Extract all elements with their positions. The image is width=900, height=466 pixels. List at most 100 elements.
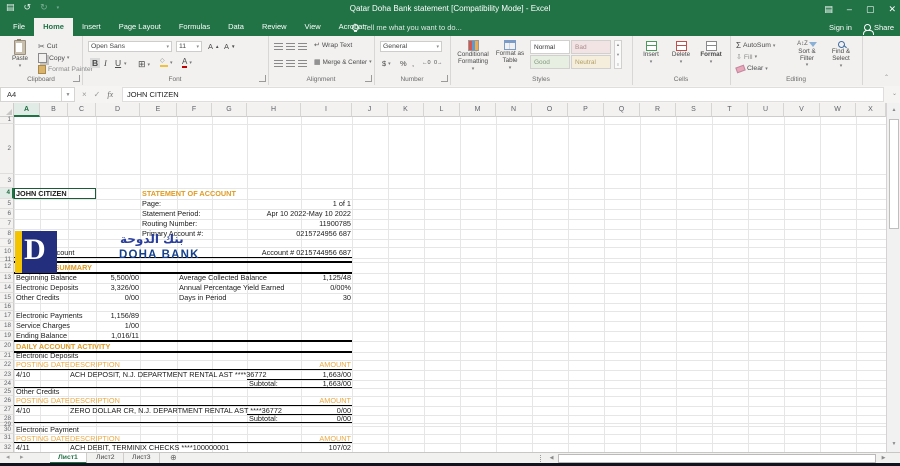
row-header-17[interactable]: 17 — [0, 311, 14, 321]
row-header-7[interactable]: 7 — [0, 219, 14, 229]
find-select-button[interactable]: Find & Select ▾ — [826, 41, 856, 69]
row-header-13[interactable]: 13 — [0, 273, 14, 283]
column-header-I[interactable]: I — [301, 103, 352, 117]
cell-A15[interactable]: Other Credits — [16, 293, 59, 303]
column-header-A[interactable]: A — [14, 103, 40, 117]
accounting-format-icon[interactable]: $ ▾ — [382, 59, 391, 68]
insert-cells-button[interactable]: Insert ▾ — [638, 41, 664, 65]
name-box-dropdown-icon[interactable]: ▼ — [62, 87, 75, 102]
tab-formulas[interactable]: Formulas — [170, 18, 219, 36]
row-header-20[interactable]: 20 — [0, 341, 14, 352]
cell-I15[interactable]: 30 — [343, 293, 351, 303]
font-name-combo[interactable]: Open Sans ▾ — [88, 41, 172, 52]
cell-E5[interactable]: Page: — [142, 199, 161, 209]
autosum-button[interactable]: Σ AutoSum ▾ — [736, 41, 775, 50]
cell-F14[interactable]: Annual Percentage Yield Earned — [179, 283, 284, 293]
row-header-30[interactable]: 30 — [0, 426, 14, 434]
cell-F13[interactable]: Average Collected Balance — [179, 273, 267, 283]
cell-D18[interactable]: 1/00 — [125, 321, 139, 331]
column-header-K[interactable]: K — [388, 103, 424, 117]
cell-E7[interactable]: Routing Number: — [142, 219, 197, 229]
column-header-L[interactable]: L — [424, 103, 460, 117]
align-center-icon[interactable] — [286, 60, 295, 67]
scroll-up-icon[interactable]: ▲ — [888, 104, 900, 117]
row-header-22[interactable]: 22 — [0, 360, 14, 370]
column-header-C[interactable]: C — [68, 103, 96, 117]
align-middle-icon[interactable] — [286, 43, 295, 50]
enter-icon[interactable]: ✓ — [94, 90, 101, 99]
cell-D19[interactable]: 1,016/11 — [111, 331, 139, 341]
insert-function-icon[interactable]: fx — [107, 90, 113, 99]
column-header-E[interactable]: E — [140, 103, 177, 117]
scrollbar-splitter[interactable] — [540, 455, 543, 462]
row-header-8[interactable]: 8 — [0, 229, 14, 239]
font-color-icon[interactable]: A ▾ — [182, 58, 192, 68]
increase-decimal-icon[interactable]: ←0 — [422, 60, 431, 66]
delete-cells-button[interactable]: Delete ▾ — [668, 41, 694, 65]
minimize-button[interactable]: – — [847, 4, 852, 14]
style-bad[interactable]: Bad — [571, 40, 611, 54]
cell-E6[interactable]: Statement Period: — [142, 209, 200, 219]
cell-D13[interactable]: 5,500/00 — [111, 273, 139, 283]
alignment-dialog-launcher-icon[interactable] — [365, 75, 372, 82]
row-header-23[interactable]: 23 — [0, 370, 14, 380]
underline-dropdown-icon[interactable]: ▾ — [124, 61, 127, 67]
number-dialog-launcher-icon[interactable] — [441, 75, 448, 82]
style-good[interactable]: Good — [530, 55, 570, 69]
shrink-font-icon[interactable]: A ▼ — [224, 42, 235, 51]
share-button[interactable]: Share — [862, 23, 894, 35]
column-header-U[interactable]: U — [748, 103, 784, 117]
column-header-R[interactable]: R — [640, 103, 676, 117]
row-header-5[interactable]: 5 — [0, 199, 14, 209]
column-header-D[interactable]: D — [96, 103, 140, 117]
column-header-Q[interactable]: Q — [604, 103, 640, 117]
collapse-ribbon-icon[interactable]: ⌃ — [884, 74, 889, 81]
paste-dropdown-icon[interactable]: ▾ — [19, 63, 22, 70]
gallery-more-icon[interactable]: ≡ — [617, 62, 619, 67]
font-size-combo[interactable]: 11 ▾ — [176, 41, 202, 52]
cell-D17[interactable]: 1,156/89 — [111, 311, 139, 321]
format-as-table-button[interactable]: Format as Table ▾ — [494, 40, 526, 71]
styles-gallery-scrollbar[interactable]: ▲ ▼ ≡ — [614, 40, 622, 69]
italic-button[interactable]: I — [104, 58, 107, 68]
row-header-9[interactable]: 9 — [0, 239, 14, 247]
sort-filter-button[interactable]: A↕Z Sort & Filter ▾ — [792, 41, 822, 69]
cell-A30[interactable]: Electronic Payment — [16, 426, 79, 434]
cut-button[interactable]: ✂ Cut — [38, 42, 57, 51]
formula-bar-expand-icon[interactable]: ⌄ — [892, 90, 897, 97]
fill-button[interactable]: ⇩ Fill ▾ — [736, 53, 757, 62]
clipboard-dialog-launcher-icon[interactable] — [73, 75, 80, 82]
gallery-up-icon[interactable]: ▲ — [616, 42, 620, 47]
sign-in-link[interactable]: Sign in — [829, 23, 852, 32]
column-header-S[interactable]: S — [676, 103, 712, 117]
close-button[interactable]: ✕ — [888, 4, 896, 15]
cell-E4[interactable]: STATEMENT OF ACCOUNT — [142, 188, 236, 199]
name-box[interactable]: A4 — [0, 87, 62, 102]
tab-file[interactable]: File — [4, 18, 34, 36]
cell-D14[interactable]: 3,326/00 — [111, 283, 139, 293]
bold-button[interactable]: B — [90, 58, 101, 68]
vertical-scroll-thumb[interactable] — [889, 119, 899, 229]
horizontal-scroll-thumb[interactable] — [558, 454, 876, 463]
row-header-1[interactable]: 1 — [0, 116, 14, 124]
hscroll-left-icon[interactable]: ◀ — [547, 454, 556, 463]
cell-C22[interactable]: DESCRIPTION — [70, 360, 120, 370]
cancel-icon[interactable]: × — [82, 90, 87, 99]
align-top-icon[interactable] — [274, 43, 283, 50]
merge-center-button[interactable]: ▦ Merge & Center ▾ — [314, 58, 372, 67]
row-header-18[interactable]: 18 — [0, 321, 14, 331]
spreadsheet-grid[interactable]: ABCDEFGHIJKLMNOPQRSTUVWX 1 2 3 4 5 6 7 8 9 10 11 12… — [0, 103, 900, 452]
tab-view[interactable]: View — [296, 18, 330, 36]
cell-C32[interactable]: ACH DEBIT, TERMINIX CHECKS ****100000001 — [70, 443, 229, 452]
copy-button[interactable]: Copy ▾ — [38, 53, 69, 63]
row-header-27[interactable]: 27 — [0, 406, 14, 415]
underline-button[interactable]: U — [115, 58, 121, 68]
cell-F15[interactable]: Days in Period — [179, 293, 226, 303]
row-header-2[interactable]: 2 — [0, 124, 14, 174]
column-header-N[interactable]: N — [496, 103, 532, 117]
row-header-21[interactable]: 21 — [0, 352, 14, 360]
restore-button[interactable]: ▢ — [866, 4, 875, 15]
decrease-decimal-icon[interactable]: 0→ — [434, 60, 443, 66]
cell-I5[interactable]: 1 of 1 — [333, 199, 351, 209]
tab-home[interactable]: Home — [34, 18, 73, 36]
